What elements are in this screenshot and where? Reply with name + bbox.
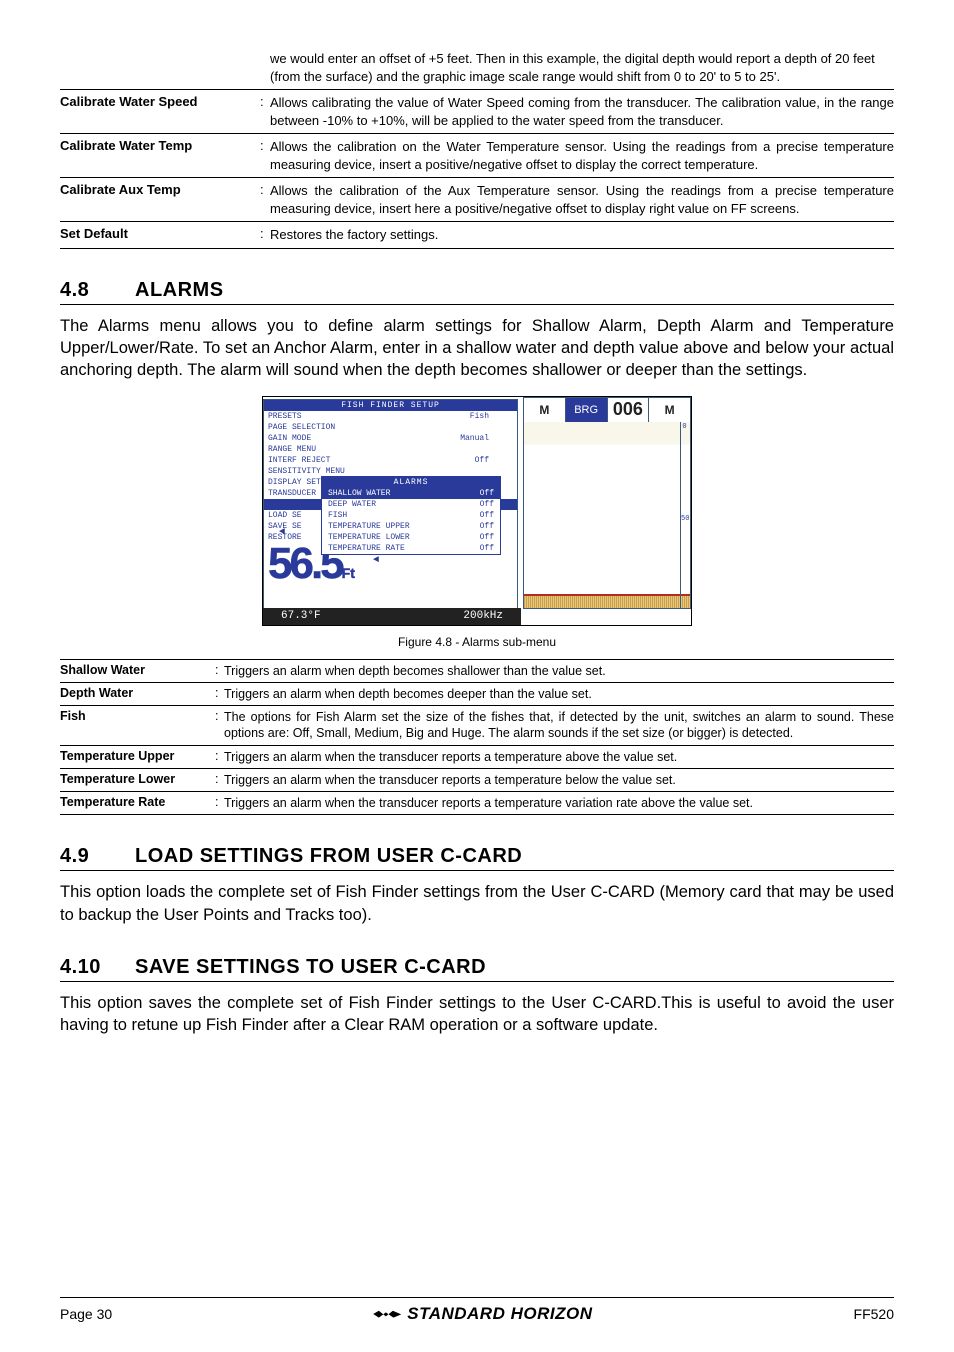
menu-item: PAGE SELECTION xyxy=(264,422,517,433)
hdr-m: M xyxy=(524,398,566,422)
alarm-row: Shallow Water : Triggers an alarm when d… xyxy=(60,659,894,682)
alarm-term: Fish xyxy=(60,709,215,742)
hdr-m: M xyxy=(649,398,690,422)
alarm-row: Temperature Lower : Triggers an alarm wh… xyxy=(60,768,894,791)
def-colon: : xyxy=(260,182,270,217)
section-heading-save: 4.10SAVE SETTINGS TO USER C-CARD xyxy=(60,956,894,982)
sonar-bottom xyxy=(524,594,690,608)
menu-item: PRESETSFish xyxy=(264,411,517,422)
section-title: SAVE SETTINGS TO USER C-CARD xyxy=(135,956,486,978)
sonar-header: M BRG 006 M xyxy=(524,398,690,422)
menu-item: GAIN MODEManual xyxy=(264,433,517,444)
menu-item: RANGE MENU xyxy=(264,444,517,455)
def-desc: Allows the calibration on the Water Temp… xyxy=(270,138,894,173)
sonar-panel: M BRG 006 M 050 xyxy=(523,397,691,609)
def-colon: : xyxy=(260,94,270,129)
submenu-item: FISHOff xyxy=(322,510,500,521)
fish-icon: ◄ xyxy=(373,555,379,566)
alarm-row: Depth Water : Triggers an alarm when dep… xyxy=(60,682,894,705)
def-colon: : xyxy=(260,226,270,244)
def-desc: Restores the factory settings. xyxy=(270,226,894,244)
alarm-desc: Triggers an alarm when depth becomes dee… xyxy=(224,686,894,702)
alarm-term: Shallow Water xyxy=(60,663,215,679)
def-colon: : xyxy=(260,138,270,173)
top-def-table: Calibrate Water Speed : Allows calibrati… xyxy=(60,89,894,249)
fish-icon: ◄ xyxy=(279,527,285,538)
alarm-row: Temperature Rate : Triggers an alarm whe… xyxy=(60,791,894,815)
alarm-term: Temperature Lower xyxy=(60,772,215,788)
def-desc: Allows calibrating the value of Water Sp… xyxy=(270,94,894,129)
alarm-term: Temperature Rate xyxy=(60,795,215,811)
page-footer: Page 30 STANDARD HORIZON FF520 xyxy=(60,1297,894,1324)
section-48-body: The Alarms menu allows you to define ala… xyxy=(60,315,894,382)
section-number: 4.9 xyxy=(60,845,135,868)
figure-4-8: FISH FINDER SETUP PRESETSFish PAGE SELEC… xyxy=(60,396,894,629)
def-row: Calibrate Aux Temp : Allows the calibrat… xyxy=(60,177,894,221)
submenu-item-selected: SHALLOW WATEROff xyxy=(322,488,500,499)
alarm-desc: Triggers an alarm when the transducer re… xyxy=(224,795,894,811)
brand-text: STANDARD HORIZON xyxy=(407,1304,592,1324)
def-row: Calibrate Water Speed : Allows calibrati… xyxy=(60,89,894,133)
submenu-titlebar: ALARMS xyxy=(322,477,500,488)
alarm-desc: Triggers an alarm when depth becomes sha… xyxy=(224,663,894,679)
brand-logo: STANDARD HORIZON xyxy=(373,1304,592,1324)
alarms-submenu: ALARMS SHALLOW WATEROff DEEP WATEROff FI… xyxy=(321,476,501,555)
status-bar: 67.3°F 200kHz xyxy=(263,608,521,625)
def-row: Calibrate Water Temp : Allows the calibr… xyxy=(60,133,894,177)
submenu-item: TEMPERATURE LOWEROff xyxy=(322,532,500,543)
menu-item: INTERF REJECTOff xyxy=(264,455,517,466)
temp-readout: 67.3°F xyxy=(281,610,321,623)
section-49-body: This option loads the complete set of Fi… xyxy=(60,881,894,926)
screenshot: FISH FINDER SETUP PRESETSFish PAGE SELEC… xyxy=(262,396,692,626)
submenu-item: DEEP WATEROff xyxy=(322,499,500,510)
page-number: Page 30 xyxy=(60,1306,112,1322)
alarm-row: Fish : The options for Fish Alarm set th… xyxy=(60,705,894,745)
wave-icon xyxy=(373,1307,401,1321)
alarm-term: Temperature Upper xyxy=(60,749,215,765)
alarm-term: Depth Water xyxy=(60,686,215,702)
figure-caption: Figure 4.8 - Alarms sub-menu xyxy=(60,635,894,649)
def-row: Set Default : Restores the factory setti… xyxy=(60,221,894,249)
sonar-scale: 050 xyxy=(680,422,688,608)
hdr-brg: BRG xyxy=(566,398,608,422)
section-number: 4.10 xyxy=(60,956,135,979)
alarm-desc: Triggers an alarm when the transducer re… xyxy=(224,749,894,765)
section-410-body: This option saves the complete set of Fi… xyxy=(60,992,894,1037)
freq-readout: 200kHz xyxy=(463,610,503,623)
section-heading-alarms: 4.8ALARMS xyxy=(60,279,894,305)
submenu-item: TEMPERATURE RATEOff xyxy=(322,543,500,554)
intro-paragraph: we would enter an offset of +5 feet. The… xyxy=(60,50,894,89)
alarm-desc: The options for Fish Alarm set the size … xyxy=(224,709,894,742)
section-title: LOAD SETTINGS FROM USER C-CARD xyxy=(135,845,522,867)
alarm-desc: Triggers an alarm when the transducer re… xyxy=(224,772,894,788)
hdr-bearing-value: 006 xyxy=(608,398,650,422)
submenu-item: TEMPERATURE UPPEROff xyxy=(322,521,500,532)
def-desc: Allows the calibration of the Aux Temper… xyxy=(270,182,894,217)
def-term: Calibrate Aux Temp xyxy=(60,182,260,217)
section-heading-load: 4.9LOAD SETTINGS FROM USER C-CARD xyxy=(60,845,894,871)
section-number: 4.8 xyxy=(60,279,135,302)
alarm-def-table: Shallow Water : Triggers an alarm when d… xyxy=(60,659,894,816)
def-term: Calibrate Water Speed xyxy=(60,94,260,129)
model-number: FF520 xyxy=(854,1306,894,1322)
section-title: ALARMS xyxy=(135,279,224,301)
panel-titlebar: FISH FINDER SETUP xyxy=(264,400,517,411)
def-term: Calibrate Water Temp xyxy=(60,138,260,173)
alarm-row: Temperature Upper : Triggers an alarm wh… xyxy=(60,745,894,768)
def-term: Set Default xyxy=(60,226,260,244)
sonar-water xyxy=(524,422,690,608)
